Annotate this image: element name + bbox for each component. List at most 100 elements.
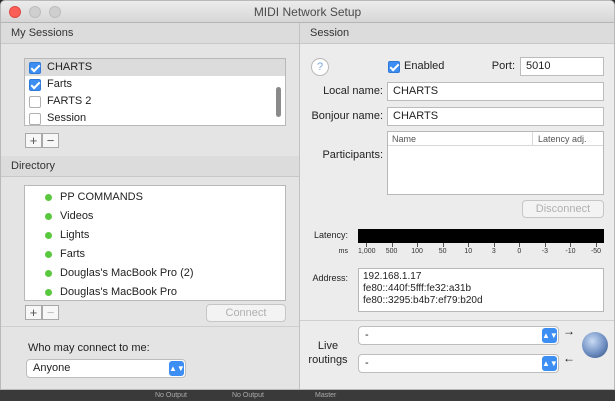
directory-item[interactable]: PP COMMANDS — [25, 188, 285, 207]
window-title: MIDI Network Setup — [253, 5, 362, 19]
latency-tick-mark — [493, 243, 495, 247]
latency-tick-label: 100 — [411, 248, 423, 255]
directory-item[interactable]: Lights — [25, 226, 285, 245]
live-routings-label: Live routings — [308, 340, 348, 366]
title-bar[interactable]: MIDI Network Setup — [1, 1, 614, 23]
add-directory-button[interactable]: + — [25, 305, 42, 320]
address-line: fe80::3295:b4b7:ef79:b20d — [363, 295, 483, 306]
directory-item[interactable]: Farts — [25, 245, 285, 264]
taskbar-item: No Output — [232, 392, 264, 399]
network-globe-icon — [582, 332, 608, 358]
latency-meter — [358, 229, 604, 243]
address-line: 192.168.1.17 — [363, 271, 422, 282]
participants-table[interactable]: Name Latency adj. — [387, 131, 604, 195]
latency-tick-mark — [596, 243, 597, 247]
directory-item-label: Videos — [60, 210, 94, 222]
remove-session-button[interactable]: − — [42, 133, 59, 148]
session-enabled-checkbox[interactable] — [29, 61, 41, 74]
sessions-list[interactable]: CHARTS Farts FARTS 2 Session — [24, 58, 286, 126]
zoom-window-button[interactable] — [49, 6, 61, 18]
chevron-updown-icon: ▲▼ — [542, 328, 558, 343]
latency-unit: ms — [338, 248, 348, 255]
session-enabled-checkbox[interactable] — [29, 112, 41, 125]
directory-item-label: Lights — [60, 229, 90, 241]
directory-item-label: PP COMMANDS — [60, 191, 143, 203]
port-field[interactable]: 5010 — [520, 57, 604, 76]
latency-tick-label: -3 — [541, 248, 548, 255]
participants-header-row: Name Latency adj. — [388, 132, 603, 146]
sessions-scrollbar[interactable] — [276, 87, 281, 117]
connect-button[interactable]: Connect — [206, 304, 286, 322]
latency-tick-label: -10 — [565, 248, 576, 255]
session-label: Session — [47, 112, 87, 124]
session-panel: Session ? Enabled Port: 5010 Local name:… — [300, 23, 614, 389]
who-may-connect-select[interactable]: Anyone ▲▼ — [26, 359, 186, 378]
session-label: CHARTS — [47, 61, 93, 73]
latency-tick-label: 10 — [464, 248, 473, 255]
online-status-icon — [45, 194, 52, 201]
bonjour-name-field[interactable]: CHARTS — [387, 107, 604, 126]
directory-item[interactable]: Douglas's MacBook Pro (2) — [25, 264, 285, 283]
enabled-checkbox[interactable] — [388, 61, 400, 73]
latency-scale: 1,000 500 100 50 10 3 0 -3 -10 -50 — [358, 243, 604, 259]
latency-tick-label: 0 — [517, 248, 522, 255]
session-row[interactable]: Farts — [25, 76, 285, 93]
session-row[interactable]: Session — [25, 110, 285, 125]
close-window-button[interactable] — [9, 6, 21, 18]
left-panel: My Sessions CHARTS Farts FARTS 2 Session… — [1, 23, 300, 389]
column-divider — [532, 132, 533, 146]
session-label: FARTS 2 — [47, 95, 92, 107]
online-status-icon — [45, 213, 52, 220]
chevron-updown-icon: ▲▼ — [169, 361, 185, 376]
who-may-connect-value: Anyone — [33, 362, 71, 374]
routing-input-select[interactable]: - ▲▼ — [358, 326, 559, 345]
session-label: Farts — [47, 78, 73, 90]
latency-tick-mark — [468, 243, 470, 247]
my-sessions-header: My Sessions — [1, 23, 299, 44]
latency-tick-mark — [442, 243, 444, 247]
address-label: Address: — [312, 273, 348, 283]
arrow-right-icon: → — [563, 324, 575, 338]
session-enabled-checkbox[interactable] — [29, 78, 41, 91]
routing-output-select[interactable]: - ▲▼ — [358, 354, 559, 373]
session-row[interactable]: FARTS 2 — [25, 93, 285, 110]
arrow-left-icon: ← — [563, 351, 575, 365]
participants-col-latency[interactable]: Latency adj. — [538, 134, 587, 144]
session-enabled-checkbox[interactable] — [29, 95, 41, 108]
chevron-updown-icon: ▲▼ — [542, 356, 558, 371]
routing-output-value: - — [365, 357, 369, 369]
directory-item-label: Douglas's MacBook Pro (2) — [60, 267, 194, 279]
session-row[interactable]: CHARTS — [25, 59, 285, 76]
online-status-icon — [45, 232, 52, 239]
directory-item-label: Douglas's MacBook Pro — [60, 286, 178, 298]
remove-directory-button[interactable]: − — [42, 305, 59, 320]
participants-label: Participants: — [322, 149, 383, 161]
directory-list[interactable]: PP COMMANDS Videos Lights Farts Douglas'… — [24, 185, 286, 301]
latency-tick-label: 1,000 — [358, 248, 376, 255]
latency-tick-mark — [366, 243, 367, 247]
directory-header: Directory — [1, 156, 299, 177]
directory-item[interactable]: Douglas's MacBook Pro — [25, 283, 285, 300]
enabled-label: Enabled — [404, 60, 445, 72]
minimize-window-button[interactable] — [29, 6, 41, 18]
latency-tick-mark — [544, 243, 546, 247]
divider — [1, 326, 299, 327]
help-button[interactable]: ? — [311, 58, 329, 76]
latency-tick-label: 3 — [491, 248, 496, 255]
address-line: fe80::440f:5fff:fe32:a31b — [363, 283, 472, 294]
local-name-field[interactable]: CHARTS — [387, 82, 604, 101]
disconnect-button[interactable]: Disconnect — [522, 200, 604, 218]
midi-network-setup-window: MIDI Network Setup My Sessions CHARTS Fa… — [0, 0, 615, 390]
online-status-icon — [45, 251, 52, 258]
online-status-icon — [45, 270, 52, 277]
taskbar-item: Master — [315, 392, 337, 399]
latency-tick-mark — [391, 243, 393, 247]
participants-col-name[interactable]: Name — [392, 134, 416, 144]
local-name-label: Local name: — [323, 85, 383, 97]
directory-item[interactable]: Videos — [25, 207, 285, 226]
bonjour-name-label: Bonjour name: — [311, 110, 383, 122]
taskbar-item: No Output — [155, 392, 187, 399]
add-session-button[interactable]: + — [25, 133, 42, 148]
routing-input-value: - — [365, 329, 369, 341]
background-taskbar: No Output No Output Master — [0, 390, 615, 401]
